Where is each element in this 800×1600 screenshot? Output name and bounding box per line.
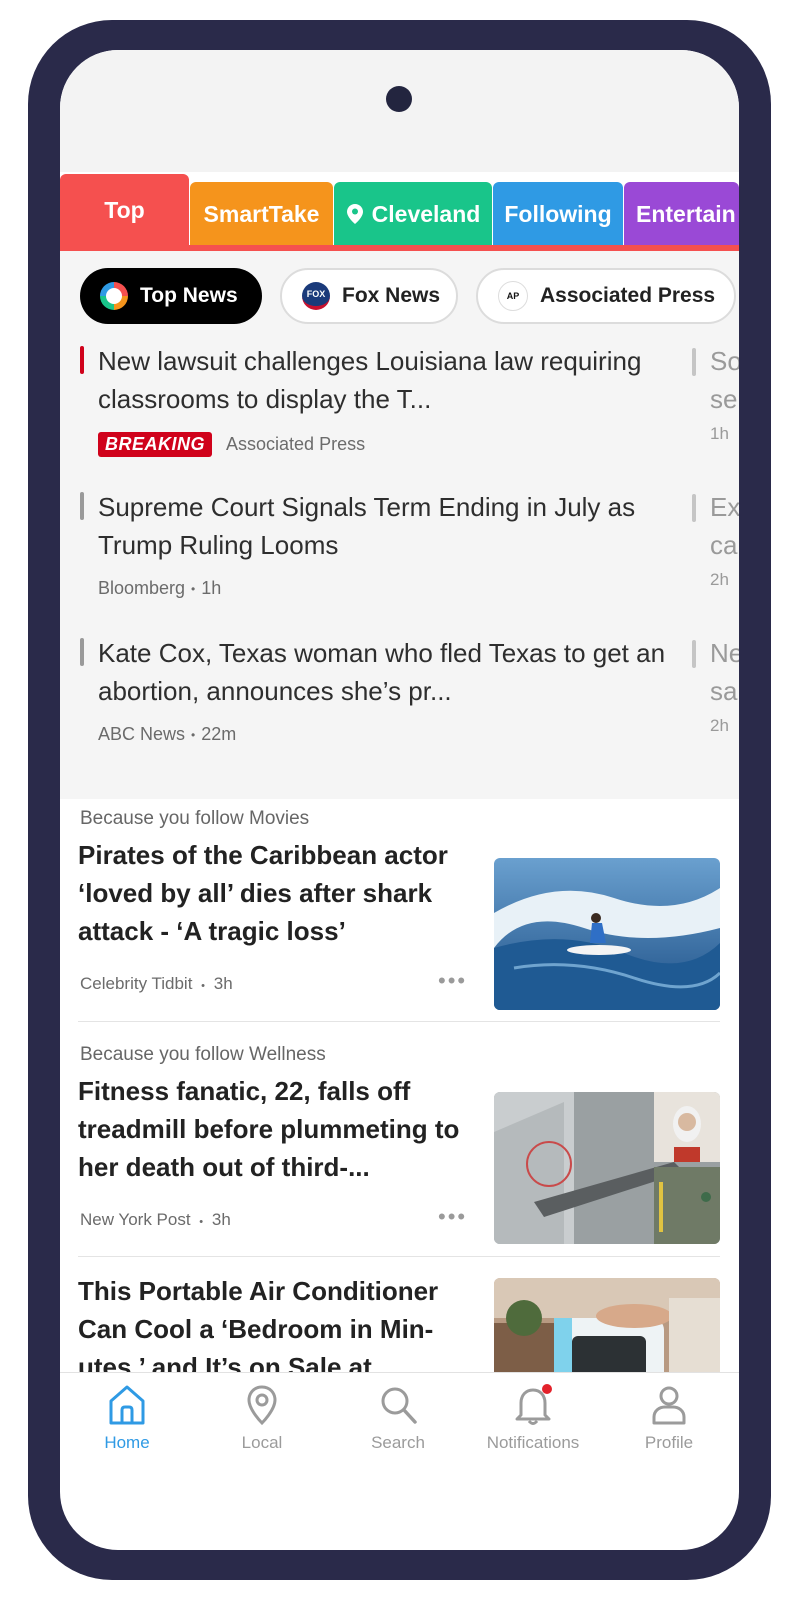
category-tabs: Top SmartTake Cleveland Following Entert…: [60, 174, 739, 246]
article-thumbnail-treadmill: [494, 1092, 720, 1244]
next-story-peek[interactable]: So se 1h: [692, 342, 739, 444]
story-marker: [80, 492, 84, 520]
chip-label: Top News: [140, 284, 238, 307]
article-thumbnail-surfer: [494, 858, 720, 1010]
top-story[interactable]: New lawsuit challenges Louisiana law req…: [80, 342, 688, 457]
chip-label: Fox News: [342, 284, 441, 307]
more-options-icon[interactable]: •••: [438, 968, 467, 994]
peek-title-line: sa: [710, 676, 738, 706]
next-story-peek[interactable]: Ne sa 2h: [692, 634, 739, 736]
fox-news-logo-icon: FOX: [302, 282, 330, 310]
story-title: Supreme Court Signals Term Ending in Jul…: [98, 492, 636, 560]
tab-following[interactable]: Following: [493, 182, 623, 246]
card-divider: [78, 1021, 720, 1022]
article-headline: Pirates of the Caribbean actor ‘loved by…: [78, 840, 448, 946]
tab-label: Top: [104, 196, 145, 223]
nav-search[interactable]: Search: [333, 1383, 463, 1453]
article-source-line: Celebrity Tidbit • 3h: [80, 974, 233, 994]
front-camera: [386, 86, 412, 112]
nav-label: Search: [371, 1433, 425, 1452]
tab-label: SmartTake: [203, 200, 320, 227]
tab-label: Entertain: [636, 200, 736, 227]
top-story[interactable]: Kate Cox, Texas woman who fled Texas to …: [80, 634, 688, 745]
article-source: New York Post: [80, 1210, 191, 1229]
location-pin-icon: [346, 204, 363, 224]
tab-smarttake[interactable]: SmartTake: [190, 182, 333, 246]
dot-separator: •: [201, 980, 206, 992]
story-time: 22m: [201, 724, 237, 744]
dot-separator: •: [191, 727, 196, 742]
article-time: 3h: [213, 974, 233, 993]
nav-label: Profile: [644, 1433, 694, 1452]
story-title: Kate Cox, Texas woman who fled Texas to …: [98, 638, 666, 706]
article-source-line: New York Post • 3h: [80, 1210, 231, 1230]
story-meta: ABC News • 22m: [98, 724, 688, 745]
next-story-peek[interactable]: Ex ca 2h: [692, 488, 739, 590]
story-marker: [80, 638, 84, 666]
tab-label: Cleveland: [371, 200, 481, 227]
story-marker: [692, 494, 696, 522]
peek-time: 2h: [710, 570, 729, 589]
article-card[interactable]: This Portable Air Conditioner Can Cool a…: [78, 1272, 720, 1398]
story-source: ABC News: [98, 724, 186, 744]
chip-top-news[interactable]: Top News: [80, 268, 262, 324]
dot-separator: •: [199, 1216, 204, 1228]
nav-local[interactable]: Local: [197, 1383, 327, 1453]
person-icon: [652, 1386, 686, 1425]
story-meta: BREAKING Associated Press: [98, 432, 688, 457]
dot-separator: •: [191, 581, 196, 596]
story-marker: [692, 348, 696, 376]
story-source: Associated Press: [226, 434, 366, 454]
peek-time: 2h: [710, 716, 729, 735]
tab-label: Following: [504, 200, 612, 227]
peek-time: 1h: [710, 424, 729, 443]
story-meta: Bloomberg • 1h: [98, 578, 688, 599]
peek-title-line: se: [710, 384, 738, 414]
ap-logo-icon: AP: [498, 281, 528, 311]
app-screen: Top SmartTake Cleveland Following Entert…: [60, 50, 739, 1550]
home-icon: [109, 1385, 145, 1425]
top-story[interactable]: Supreme Court Signals Term Ending in Jul…: [80, 488, 688, 599]
location-pin-icon: [247, 1385, 277, 1426]
peek-title-line: So: [710, 346, 739, 376]
article-card[interactable]: Because you follow Wellness Fitness fana…: [78, 1044, 720, 1244]
article-headline: Fitness fanatic, 22, falls off treadmill…: [78, 1076, 460, 1182]
peek-title-line: Ne: [710, 638, 739, 668]
nav-label: Home: [104, 1433, 150, 1452]
more-options-icon[interactable]: •••: [438, 1204, 467, 1230]
nav-profile[interactable]: Profile: [604, 1383, 734, 1453]
follow-reason: Because you follow Wellness: [80, 1044, 326, 1065]
nav-notifications[interactable]: Notifications: [468, 1383, 598, 1453]
article-source: Celebrity Tidbit: [80, 974, 193, 993]
card-divider: [78, 1256, 720, 1257]
tab-top[interactable]: Top: [60, 174, 189, 246]
article-time: 3h: [211, 1210, 231, 1229]
story-source: Bloomberg: [98, 578, 186, 598]
notification-dot: [542, 1384, 552, 1394]
chip-fox-news[interactable]: FOX Fox News: [280, 268, 458, 324]
bell-icon: [515, 1384, 552, 1425]
peek-title-line: ca: [710, 530, 738, 560]
follow-reason: Because you follow Movies: [80, 808, 310, 829]
top-news-logo-icon: [100, 282, 128, 310]
story-title: New lawsuit challenges Louisiana law req…: [98, 346, 642, 414]
article-card[interactable]: Because you follow Movies Pirates of the…: [78, 808, 720, 1010]
peek-title-line: Ex: [710, 492, 739, 522]
nav-home[interactable]: Home: [62, 1383, 192, 1453]
article-headline: This Portable Air Conditioner Can Cool a…: [78, 1276, 439, 1382]
tab-entertainment[interactable]: Entertain: [624, 182, 739, 246]
phone-frame: Top SmartTake Cleveland Following Entert…: [28, 20, 771, 1580]
story-marker: [692, 640, 696, 668]
nav-label: Notifications: [486, 1433, 580, 1452]
search-icon: [381, 1387, 417, 1424]
breaking-marker: [80, 346, 84, 374]
tab-cleveland[interactable]: Cleveland: [334, 182, 492, 246]
chip-associated-press[interactable]: AP Associated Press: [476, 268, 736, 324]
chip-label: Associated Press: [540, 284, 716, 307]
breaking-badge: BREAKING: [98, 432, 213, 457]
story-time: 1h: [201, 578, 222, 598]
bottom-nav: Home Local Search Notifications Profile: [60, 1372, 739, 1473]
nav-label: Local: [241, 1433, 283, 1452]
